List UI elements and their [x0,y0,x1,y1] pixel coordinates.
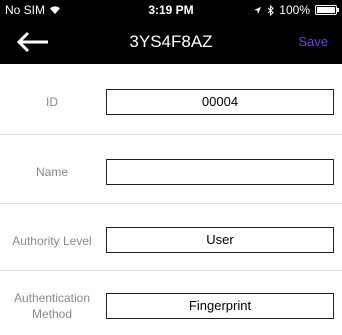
id-label: ID [46,95,58,109]
nav-bar: 3YS4F8AZ Save [0,20,342,64]
bluetooth-icon [267,4,275,16]
battery-percent: 100% [279,3,310,17]
divider [0,270,342,271]
auth-method-label: Authentication Method [0,290,104,322]
authority-label: Authority Level [12,234,92,248]
auth-method-label-line2: Method [31,307,73,321]
name-label: Name [35,165,68,179]
battery-icon [315,5,339,15]
divider [0,203,342,204]
page-title: 3YS4F8AZ [129,32,213,51]
location-arrow-icon [254,6,262,14]
status-right: 100% [253,3,339,17]
save-button[interactable]: Save [298,34,328,49]
auth-method-label-line1: Authentication [13,291,91,305]
name-field[interactable] [106,159,334,185]
divider [0,134,342,135]
status-bar: No SIM 3:19 PM 100% [0,0,342,20]
id-field[interactable]: 00004 [106,89,334,115]
battery-fill [317,7,335,13]
auth-method-field[interactable]: Fingerprint [106,293,334,319]
authority-field[interactable]: User [106,227,334,253]
